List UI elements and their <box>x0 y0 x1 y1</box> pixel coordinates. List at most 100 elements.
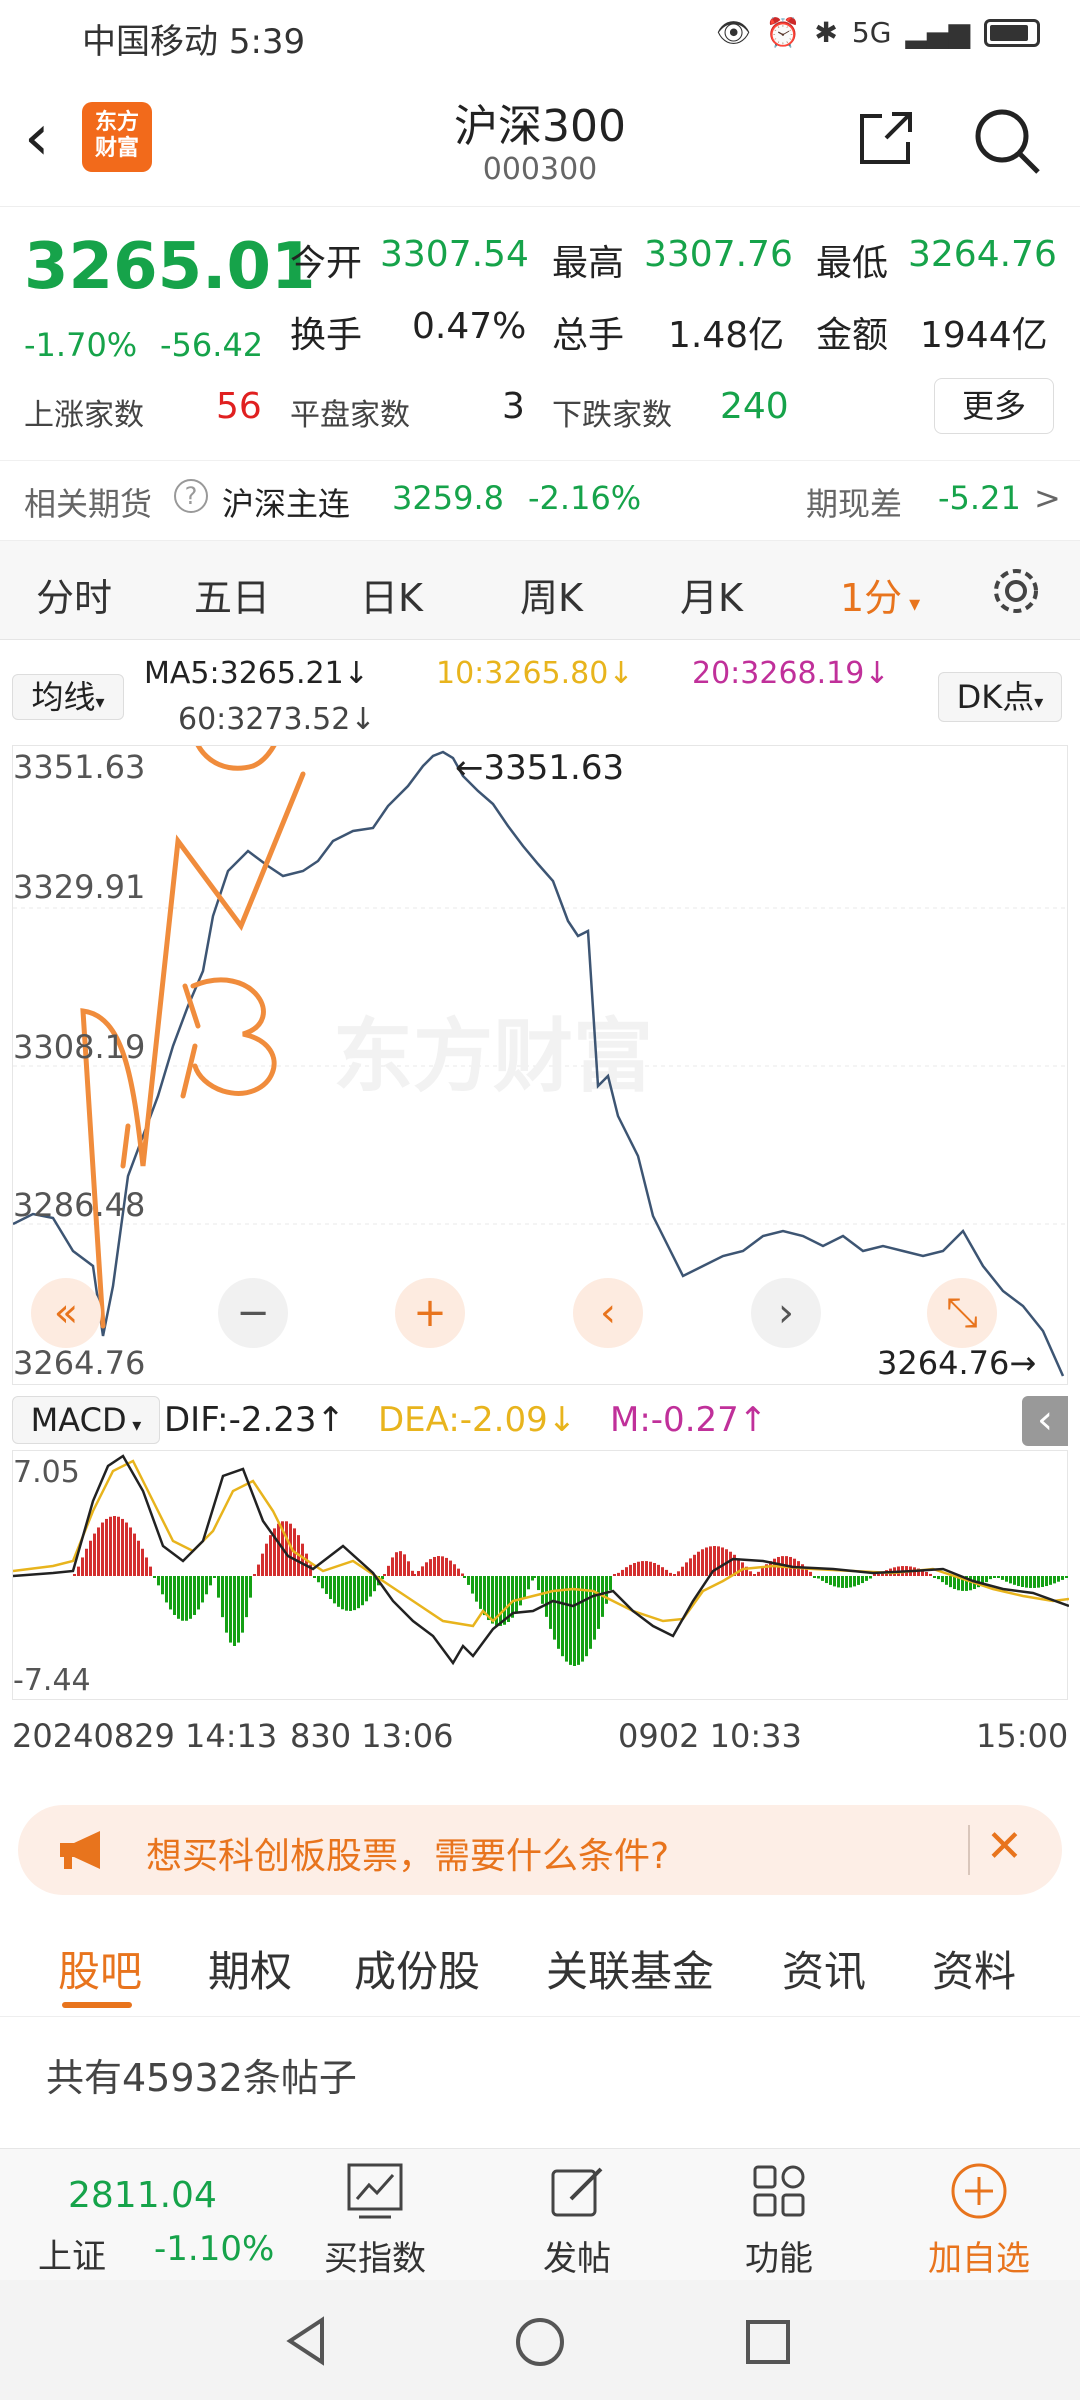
macd-bar-negative <box>523 1576 526 1598</box>
megaphone-icon <box>60 1831 100 1869</box>
info-tabs: 股吧 期权 成份股 关联基金 资讯 资料 <box>0 1912 1080 2017</box>
status-left: 中国移动 5:39 <box>82 14 305 63</box>
macd-bar-negative <box>181 1576 184 1621</box>
macd-bar-negative <box>937 1576 940 1580</box>
macd-bar-negative <box>333 1576 336 1604</box>
macd-bar-positive <box>81 1557 84 1576</box>
macd-bar-positive <box>101 1522 104 1576</box>
macd-bar-positive <box>649 1561 652 1576</box>
add-watchlist-button[interactable]: 加自选 <box>904 2149 1054 2281</box>
index-name: 上证 <box>38 2237 106 2277</box>
tab-news[interactable]: 资讯 <box>782 1938 866 1999</box>
tab-one-minute[interactable]: 1分 ▾ <box>840 567 920 622</box>
bluetooth-icon: ✱ <box>814 16 838 49</box>
index-ticker[interactable]: 2811.04 上证 -1.10% <box>18 2149 288 2281</box>
tab-options[interactable]: 期权 <box>208 1938 292 1999</box>
macd-bar-negative <box>519 1576 522 1606</box>
more-button[interactable]: 更多 <box>934 378 1054 434</box>
collapse-panel-icon[interactable]: ‹ <box>1022 1396 1068 1446</box>
nav-home-icon[interactable] <box>514 2316 566 2368</box>
tab-guba[interactable]: 股吧 <box>58 1938 142 1999</box>
tab-monthly-k[interactable]: 月K <box>680 567 743 622</box>
signal-label: 5G <box>851 16 892 49</box>
macd-bar-negative <box>325 1576 328 1594</box>
scroll-left-icon[interactable]: ‹ <box>573 1278 643 1348</box>
tab-profile[interactable]: 资料 <box>932 1938 1016 1999</box>
macd-bar-negative <box>189 1576 192 1619</box>
share-icon[interactable] <box>856 108 916 168</box>
macd-bar-negative <box>1053 1576 1056 1584</box>
macd-bar-positive <box>729 1551 732 1576</box>
macd-bar-negative <box>557 1576 560 1649</box>
macd-bar-positive <box>441 1556 444 1576</box>
price-chart-svg: 东方财富 <box>13 746 1069 1377</box>
macd-bar-positive <box>613 1574 616 1576</box>
tab-weekly-k[interactable]: 周K <box>520 567 583 622</box>
macd-bar-negative <box>585 1576 588 1657</box>
nav-recents-icon[interactable] <box>744 2318 792 2366</box>
macd-bar-positive <box>753 1574 756 1576</box>
macd-bar-negative <box>813 1576 816 1578</box>
close-icon[interactable]: ✕ <box>986 1821 1023 1872</box>
macd-bar-negative <box>857 1576 860 1585</box>
macd-bar-positive <box>407 1561 410 1576</box>
tab-related-funds[interactable]: 关联基金 <box>546 1938 714 1999</box>
help-icon[interactable]: ? <box>174 479 208 513</box>
price-chart[interactable]: 东方财富 3351.63 3329.91 3308.19 3286.48 326… <box>12 745 1069 1385</box>
tab-constituents[interactable]: 成份股 <box>354 1938 480 1999</box>
macd-bar-negative <box>161 1576 164 1595</box>
post-button[interactable]: 发帖 <box>502 2149 652 2281</box>
nav-back-icon[interactable] <box>282 2316 332 2366</box>
macd-bar-positive <box>387 1565 390 1576</box>
macd-bar-negative <box>321 1576 324 1589</box>
tab-intraday[interactable]: 分时 <box>36 567 112 622</box>
search-icon[interactable] <box>972 106 1042 176</box>
macd-bar-positive <box>873 1574 876 1576</box>
ma10-value: 10:3265.80↓ <box>436 656 634 691</box>
macd-bar-negative <box>1009 1576 1012 1584</box>
fullscreen-icon[interactable]: ⤡ <box>927 1278 997 1348</box>
macd-bar-positive <box>399 1551 402 1576</box>
functions-button[interactable]: 功能 <box>704 2149 854 2281</box>
macd-bar-negative <box>329 1576 332 1600</box>
macd-bar-negative <box>933 1576 936 1578</box>
macd-toggle[interactable]: MACD ▾ <box>12 1396 160 1444</box>
settings-gear-icon[interactable] <box>990 565 1042 617</box>
posts-count: 共有45932条帖子 <box>46 2056 357 2100</box>
macd-bar-negative <box>229 1576 232 1643</box>
macd-bar-positive <box>137 1540 140 1576</box>
futures-row[interactable]: 相关期货 ? 沪深主连 3259.8 -2.16% 期现差 -5.21 > <box>0 460 1080 538</box>
macd-bar-negative <box>225 1576 228 1633</box>
rewind-icon[interactable]: « <box>31 1278 101 1348</box>
macd-chart-svg <box>13 1454 1069 1666</box>
macd-bar-positive <box>89 1540 92 1576</box>
x-label-mid2: 0902 10:33 <box>618 1717 802 1755</box>
functions-label: 功能 <box>745 2239 813 2279</box>
buy-index-button[interactable]: 买指数 <box>300 2149 450 2281</box>
dk-point-toggle[interactable]: DK点▾ <box>938 672 1062 722</box>
turnover-label: 换手 <box>290 315 363 356</box>
tab-five-day[interactable]: 五日 <box>194 567 270 622</box>
caret-down-icon: ▾ <box>95 692 105 713</box>
macd-bar-negative <box>353 1576 356 1611</box>
macd-bar-positive <box>685 1562 688 1576</box>
macd-bar-negative <box>157 1576 160 1586</box>
macd-chart[interactable]: 7.05 -7.44 <box>12 1450 1069 1700</box>
zoom-out-icon[interactable]: − <box>218 1278 288 1348</box>
macd-bar-positive <box>705 1547 708 1576</box>
macd-bar-positive <box>625 1567 628 1576</box>
macd-bar-positive <box>697 1551 700 1576</box>
macd-bar-positive <box>141 1548 144 1576</box>
macd-bar-positive <box>433 1556 436 1576</box>
macd-bar-negative <box>1025 1576 1028 1588</box>
promo-banner[interactable]: 想买科创板股票，需要什么条件? ✕ <box>18 1805 1062 1895</box>
scroll-right-icon[interactable]: › <box>751 1278 821 1348</box>
dk-label: DK点 <box>956 678 1035 716</box>
macd-bar-positive <box>395 1552 398 1576</box>
macd-bar-positive <box>437 1556 440 1576</box>
zoom-in-icon[interactable]: + <box>395 1278 465 1348</box>
ma-toggle[interactable]: 均线▾ <box>12 674 124 720</box>
macd-bar-positive <box>269 1535 272 1576</box>
macd-bar-negative <box>1017 1576 1020 1587</box>
tab-daily-k[interactable]: 日K <box>360 567 423 622</box>
